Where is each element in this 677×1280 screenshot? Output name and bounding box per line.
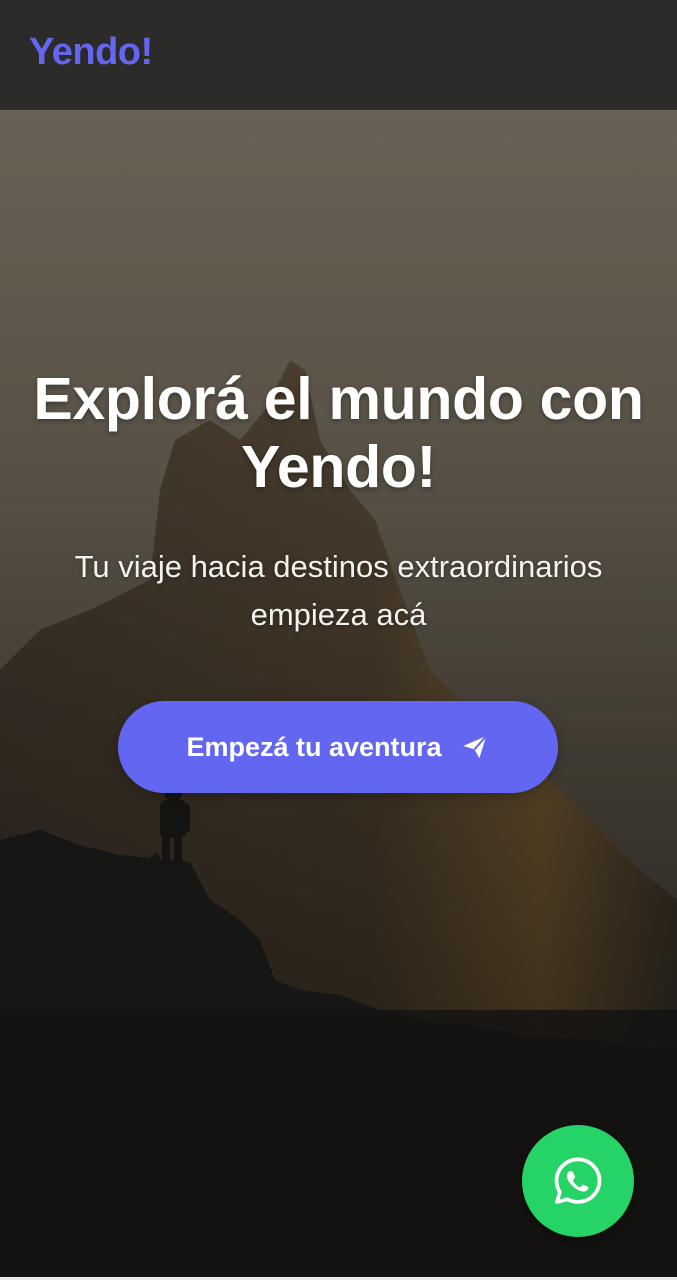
start-adventure-label: Empezá tu aventura [186, 731, 442, 762]
hero-dark-overlay [0, 110, 677, 1280]
hero-title: Explorá el mundo con Yendo! [33, 366, 644, 500]
hero-content: Explorá el mundo con Yendo! Tu viaje hac… [0, 365, 677, 639]
brand-logo-link[interactable]: Yendo! [29, 31, 153, 74]
whatsapp-chat-button[interactable] [522, 1125, 634, 1237]
top-navbar: Yendo! [0, 0, 677, 110]
whatsapp-icon [550, 1153, 606, 1209]
hero-subtitle: Tu viaje hacia destinos extraordinarios … [74, 549, 603, 632]
paper-plane-icon [460, 732, 490, 762]
hero-section: Explorá el mundo con Yendo! Tu viaje hac… [0, 110, 677, 1280]
app-screen: Yendo! Explorá el mundo con Yendo! Tu vi… [0, 0, 677, 1280]
start-adventure-button[interactable]: Empezá tu aventura [118, 701, 558, 793]
